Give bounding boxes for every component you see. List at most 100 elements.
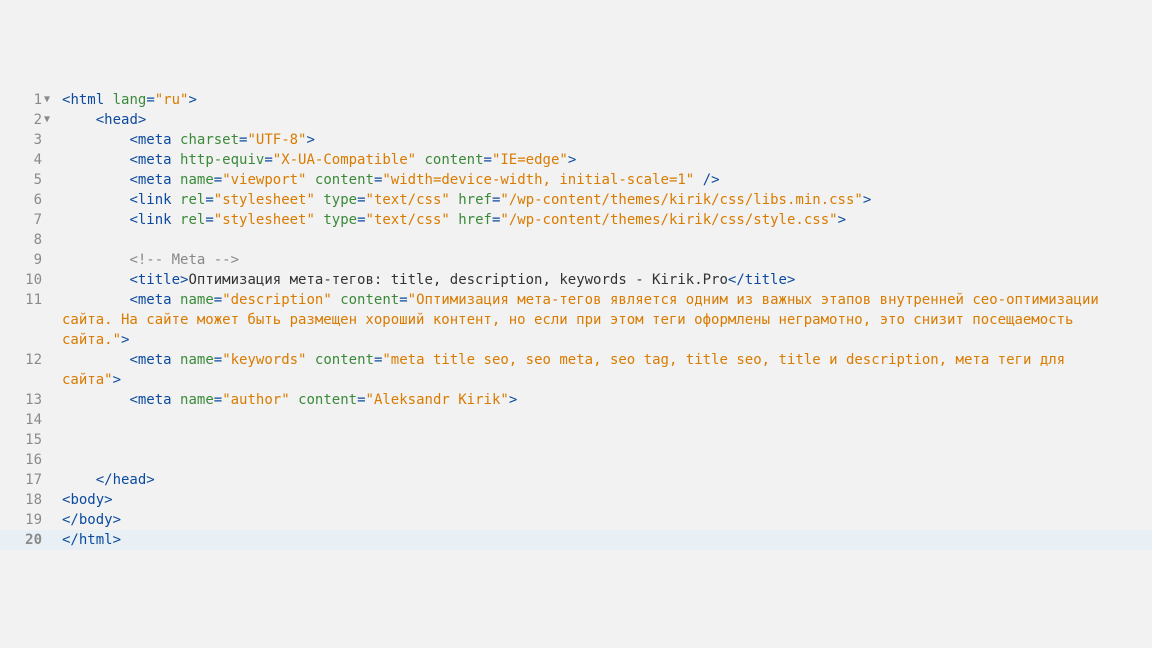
code-content[interactable] (62, 230, 1152, 250)
token-punct: </ (62, 512, 79, 528)
line-number: 6 (0, 190, 42, 210)
code-line[interactable]: 18 <body> (0, 490, 1152, 510)
token-attr-name: rel (180, 212, 205, 228)
code-line[interactable]: 5 <meta name="viewport" content="width=d… (0, 170, 1152, 190)
code-content[interactable]: <meta name="keywords" content="meta titl… (62, 350, 1152, 390)
token-punct: > (121, 332, 129, 348)
code-line[interactable]: 10 <title>Оптимизация мета-тегов: title,… (0, 270, 1152, 290)
token-tag: title (745, 272, 787, 288)
code-line[interactable]: 6 <link rel="stylesheet" type="text/css"… (0, 190, 1152, 210)
code-line[interactable]: 3 <meta charset="UTF-8"> (0, 130, 1152, 150)
code-line[interactable]: 8 (0, 230, 1152, 250)
line-number: 17 (0, 470, 42, 490)
token-tag: body (79, 512, 113, 528)
fold-toggle-icon[interactable]: ▼ (42, 110, 62, 130)
token-punct: < (129, 392, 137, 408)
token-text-content (416, 152, 424, 168)
token-text-content (450, 212, 458, 228)
code-content[interactable]: <link rel="stylesheet" type="text/css" h… (62, 210, 1152, 230)
token-attr-name: content (298, 392, 357, 408)
token-tag: meta (138, 172, 172, 188)
line-number: 18 (0, 490, 42, 510)
token-punct: = (205, 212, 213, 228)
code-content[interactable]: <meta name="description" content="Оптими… (62, 290, 1152, 350)
token-attr-name: lang (113, 92, 147, 108)
token-attr-val: "width=device-width, initial-scale=1" (382, 172, 694, 188)
code-content[interactable]: <link rel="stylesheet" type="text/css" h… (62, 190, 1152, 210)
token-text-content (172, 212, 180, 228)
token-tag: meta (138, 152, 172, 168)
code-content[interactable]: </head> (62, 470, 1152, 490)
token-text-content (694, 172, 702, 188)
token-punct: = (146, 92, 154, 108)
line-number: 1 (0, 90, 42, 110)
token-text-content (306, 172, 314, 188)
code-content[interactable]: <html lang="ru"> (62, 90, 1152, 110)
token-punct: = (264, 152, 272, 168)
token-punct: = (214, 292, 222, 308)
code-content[interactable]: <meta http-equiv="X-UA-Compatible" conte… (62, 150, 1152, 170)
line-number: 10 (0, 270, 42, 290)
code-line[interactable]: 19</body> (0, 510, 1152, 530)
token-punct: = (357, 212, 365, 228)
token-punct: = (484, 152, 492, 168)
token-attr-name: name (180, 292, 214, 308)
line-number: 3 (0, 130, 42, 150)
token-attr-val: "stylesheet" (214, 212, 315, 228)
line-number: 13 (0, 390, 42, 410)
code-editor[interactable]: 1▼<html lang="ru">2▼ <head>3 <meta chars… (0, 0, 1152, 610)
token-attr-val: "UTF-8" (247, 132, 306, 148)
code-line[interactable]: 14 (0, 410, 1152, 430)
code-line[interactable]: 9 <!-- Meta --> (0, 250, 1152, 270)
code-line[interactable]: 2▼ <head> (0, 110, 1152, 130)
token-tag: meta (138, 132, 172, 148)
code-line[interactable]: 20</html> (0, 530, 1152, 550)
token-text-content (332, 292, 340, 308)
code-line[interactable]: 15 (0, 430, 1152, 450)
code-line[interactable]: 17 </head> (0, 470, 1152, 490)
code-content[interactable]: <head> (62, 110, 1152, 130)
code-content[interactable]: <title>Оптимизация мета-тегов: title, de… (62, 270, 1152, 290)
token-tag: meta (138, 392, 172, 408)
token-punct: > (146, 472, 154, 488)
token-attr-val: "keywords" (222, 352, 306, 368)
code-line[interactable]: 7 <link rel="stylesheet" type="text/css"… (0, 210, 1152, 230)
code-content[interactable]: </body> (62, 510, 1152, 530)
token-text-content (104, 92, 112, 108)
line-number: 16 (0, 450, 42, 470)
token-punct: > (307, 132, 315, 148)
token-punct: < (129, 172, 137, 188)
token-punct: = (214, 172, 222, 188)
line-number: 11 (0, 290, 42, 310)
token-tag: link (138, 212, 172, 228)
code-line[interactable]: 16 (0, 450, 1152, 470)
token-attr-name: type (323, 192, 357, 208)
token-attr-val: "text/css" (366, 192, 450, 208)
code-content[interactable] (62, 410, 1152, 430)
token-text-content (172, 132, 180, 148)
code-line[interactable]: 11 <meta name="description" content="Опт… (0, 290, 1152, 350)
token-text-content (172, 292, 180, 308)
line-number: 12 (0, 350, 42, 370)
code-content[interactable] (62, 430, 1152, 450)
code-line[interactable]: 1▼<html lang="ru"> (0, 90, 1152, 110)
code-line[interactable]: 13 <meta name="author" content="Aleksand… (0, 390, 1152, 410)
code-content[interactable]: <body> (62, 490, 1152, 510)
code-line[interactable]: 4 <meta http-equiv="X-UA-Compatible" con… (0, 150, 1152, 170)
token-attr-name: name (180, 352, 214, 368)
code-content[interactable]: <meta name="viewport" content="width=dev… (62, 170, 1152, 190)
token-attr-val: "IE=edge" (492, 152, 568, 168)
code-content[interactable]: </html> (62, 530, 1152, 550)
code-content[interactable]: <meta name="author" content="Aleksandr K… (62, 390, 1152, 410)
code-content[interactable]: <meta charset="UTF-8"> (62, 130, 1152, 150)
token-punct: > (113, 532, 121, 548)
fold-toggle-icon[interactable]: ▼ (42, 90, 62, 110)
token-punct: > (787, 272, 795, 288)
line-number: 7 (0, 210, 42, 230)
code-content[interactable] (62, 450, 1152, 470)
line-number: 2 (0, 110, 42, 130)
token-attr-name: http-equiv (180, 152, 264, 168)
token-attr-val: "Aleksandr Kirik" (366, 392, 509, 408)
code-line[interactable]: 12 <meta name="keywords" content="meta t… (0, 350, 1152, 390)
code-content[interactable]: <!-- Meta --> (62, 250, 1152, 270)
